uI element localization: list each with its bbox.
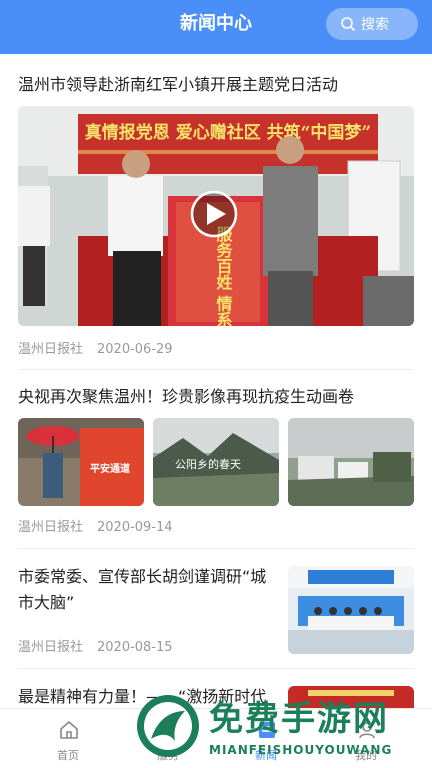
tab-label: 首页 <box>57 749 79 762</box>
search-label: 搜索 <box>361 17 389 33</box>
divider <box>18 369 414 370</box>
watermark-subtext: MIANFEISHOUYOUWANG <box>209 743 393 757</box>
news-image-meeting[interactable] <box>288 566 414 654</box>
news-meta: 温州日报社 2020-08-15 <box>18 636 187 655</box>
watermark-logo-icon <box>137 695 199 757</box>
news-source: 温州日报社 <box>18 640 84 655</box>
news-item-1[interactable]: 温州市领导赴浙南红军小镇开展主题党日活动 <box>18 72 414 98</box>
tab-home[interactable]: 首页 <box>18 709 118 768</box>
news-item-3[interactable]: 市委常委、宣传部长胡剑谨调研“城 市大脑” <box>18 564 280 616</box>
divider <box>18 548 414 549</box>
news-meta: 温州日报社 2020-09-14 <box>18 516 187 535</box>
news-title: 温州市领导赴浙南红军小镇开展主题党日活动 <box>18 75 339 94</box>
news-image-3[interactable] <box>288 418 414 506</box>
news-source: 温州日报社 <box>18 342 84 357</box>
banner-text: 真情报党恩 爱心赠社区 共筑“中国梦” <box>85 122 371 143</box>
news-meta: 温州日报社 2020-06-29 <box>18 338 187 357</box>
search-button[interactable]: 搜索 <box>326 8 418 40</box>
flag-text: 服务百姓 情系社区 <box>214 226 234 326</box>
divider <box>18 668 414 669</box>
home-icon <box>60 721 78 739</box>
image-caption: 公阳乡的春天 <box>175 457 241 471</box>
app-header: 新闻中心 搜索 <box>0 0 432 54</box>
site-watermark: 免费手游网 MIANFEISHOUYOUWANG <box>135 685 432 768</box>
vest-text: 平安通道 <box>90 462 130 475</box>
news-date: 2020-08-15 <box>97 640 173 655</box>
news-title-line-1: 市委常委、宣传部长胡剑谨调研“城 <box>18 567 267 586</box>
news-title: 央视再次聚焦温州！珍贵影像再现抗疫生动画卷 <box>18 387 355 406</box>
news-date: 2020-09-14 <box>97 520 173 535</box>
watermark-text: 免费手游网 <box>209 699 389 739</box>
news-date: 2020-06-29 <box>97 342 173 357</box>
news-image-1[interactable]: 平安通道 <box>18 418 144 506</box>
news-item-2[interactable]: 央视再次聚焦温州！珍贵影像再现抗疫生动画卷 <box>18 384 414 410</box>
search-icon <box>341 17 355 31</box>
news-video-thumbnail[interactable]: 真情报党恩 爱心赠社区 共筑“中国梦” 服务百姓 情系社区 <box>18 106 414 326</box>
news-image-2[interactable]: 公阳乡的春天 <box>153 418 279 506</box>
news-title-line-2: 市大脑” <box>18 593 75 612</box>
news-source: 温州日报社 <box>18 520 84 535</box>
